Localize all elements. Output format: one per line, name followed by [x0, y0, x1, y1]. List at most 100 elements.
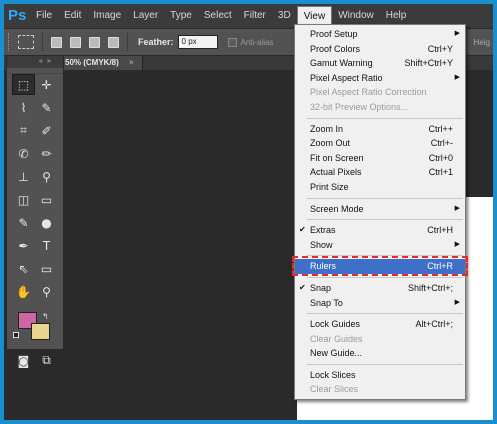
menu-separator: [307, 276, 463, 278]
menu-type[interactable]: Type: [164, 6, 198, 26]
menu-separator: [307, 117, 463, 119]
view-menu-item-print-size[interactable]: Print Size: [295, 180, 465, 195]
view-menu-item-proof-setup[interactable]: Proof Setup ▶: [295, 27, 465, 42]
tool-row-modes: ◙ ⧉: [7, 350, 63, 373]
menu-layer[interactable]: Layer: [127, 6, 164, 26]
menu-item-shortcut: Shift+Ctrl+;: [407, 282, 453, 293]
menu-item-label: Snap To: [310, 297, 343, 308]
menu-view[interactable]: View: [296, 6, 333, 26]
tool-icon[interactable]: ⌇: [12, 97, 35, 118]
tool-row: ◫ ▭: [7, 189, 63, 212]
tool-icon[interactable]: ✋: [12, 281, 35, 302]
menu-item-label: Lock Guides: [310, 319, 361, 330]
view-menu-item-show[interactable]: Show ▶: [295, 238, 465, 253]
tool-icon[interactable]: ●: [35, 212, 58, 233]
new-selection-icon[interactable]: [51, 36, 62, 48]
menu-item-label: Pixel Aspect Ratio: [310, 72, 383, 83]
view-menu-item-actual-pixels[interactable]: Actual Pixels Ctrl+1: [295, 165, 465, 180]
view-menu-item-32-bit-preview-options: 32-bit Preview Options...: [295, 100, 465, 115]
swap-colors-icon[interactable]: ↰: [42, 312, 49, 321]
menu-item-label: New Guide...: [310, 348, 363, 359]
menu-item-label: Pixel Aspect Ratio Correction: [310, 87, 427, 98]
menu-help[interactable]: Help: [380, 6, 413, 26]
tool-icon[interactable]: ▭: [35, 258, 58, 279]
tool-icon[interactable]: ⚲: [35, 166, 58, 187]
tool-icon[interactable]: ✎: [35, 97, 58, 118]
menu-item-shortcut: Shift+Ctrl+Y: [404, 58, 453, 69]
menu-file[interactable]: File: [30, 6, 58, 26]
view-menu-item-lock-guides[interactable]: Lock Guides Alt+Ctrl+;: [295, 317, 465, 332]
options-grip[interactable]: [8, 33, 12, 51]
view-menu-item-proof-colors[interactable]: Proof Colors Ctrl+Y: [295, 42, 465, 57]
subtract-selection-icon[interactable]: [89, 36, 100, 48]
tool-icon[interactable]: ⚲: [35, 281, 58, 302]
tool-row: ⌇ ✎: [7, 97, 63, 120]
close-tab-icon[interactable]: ×: [129, 58, 134, 67]
tool-icon[interactable]: ✏: [35, 143, 58, 164]
menu-item-label: Fit on Screen: [310, 152, 364, 163]
view-menu-item-snap[interactable]: ✔ Snap Shift+Ctrl+;: [295, 281, 465, 296]
menu-edit[interactable]: Edit: [58, 6, 87, 26]
view-dropdown-menu: Proof Setup ▶ Proof Colors Ctrl+Y Gamut Warn…: [292, 24, 468, 400]
antialias-checkbox[interactable]: [227, 37, 237, 47]
view-menu-item-extras[interactable]: ✔ Extras Ctrl+H: [295, 223, 465, 238]
background-color-swatch[interactable]: [31, 323, 50, 340]
checkmark-icon: ✔: [299, 225, 306, 235]
menu-window[interactable]: Window: [332, 6, 380, 26]
tool-row: ✋ ⚲: [7, 281, 63, 304]
tool-icon[interactable]: ▭: [35, 189, 58, 210]
view-menu-item-rulers[interactable]: Rulers Ctrl+R: [292, 256, 468, 277]
view-menu-item-snap-to[interactable]: Snap To ▶: [295, 296, 465, 311]
marquee-preset-icon[interactable]: [18, 35, 34, 49]
tool-icon[interactable]: ✆: [12, 143, 35, 164]
view-menu-item-zoom-in[interactable]: Zoom In Ctrl++: [295, 122, 465, 137]
tools-panel-header[interactable]: « »: [7, 56, 63, 68]
add-selection-icon[interactable]: [70, 36, 81, 48]
menu-image[interactable]: Image: [87, 6, 127, 26]
tool-icon[interactable]: T: [35, 235, 58, 256]
submenu-arrow-icon: ▶: [454, 30, 460, 37]
tool-icon[interactable]: ◫: [12, 189, 35, 210]
view-menu-item-lock-slices[interactable]: Lock Slices: [295, 368, 465, 383]
document-tab[interactable]: 50% (CMYK/8) ×: [56, 56, 143, 70]
menu-separator: [307, 219, 463, 221]
menu-item-label: Zoom In: [310, 123, 344, 134]
menu-item-label: Proof Setup: [310, 29, 358, 39]
menu-select[interactable]: Select: [198, 6, 238, 26]
submenu-arrow-icon: ▶: [454, 73, 460, 81]
menu-item-label: 32-bit Preview Options...: [310, 101, 409, 112]
tool-icon[interactable]: ⊥: [12, 166, 35, 187]
menu-item-label: Print Size: [310, 181, 349, 192]
tool-icon[interactable]: ⇖: [12, 258, 35, 279]
screen-mode-icon[interactable]: ⧉: [35, 350, 58, 371]
view-menu-item-pixel-aspect-ratio-correction: Pixel Aspect Ratio Correction: [295, 85, 465, 100]
tool-icon[interactable]: ✎: [12, 212, 35, 233]
view-menu-item-gamut-warning[interactable]: Gamut Warning Shift+Ctrl+Y: [295, 56, 465, 71]
menu-item-label: Extras: [310, 225, 336, 236]
view-menu-item-pixel-aspect-ratio[interactable]: Pixel Aspect Ratio ▶: [295, 71, 465, 86]
menu-item-label: Show: [310, 239, 333, 250]
view-menu-item-fit-on-screen[interactable]: Fit on Screen Ctrl+0: [295, 151, 465, 166]
default-colors-icon[interactable]: [13, 332, 19, 338]
view-menu-item-new-guide[interactable]: New Guide...: [295, 346, 465, 361]
feather-input[interactable]: 0 px: [177, 35, 218, 49]
tool-icon[interactable]: ✐: [35, 120, 58, 141]
view-menu-item-screen-mode[interactable]: Screen Mode ▶: [295, 202, 465, 217]
menu-item-label: Clear Slices: [310, 384, 359, 395]
tools-panel: « » ⬚ ✛ ⌇ ✎ ⌗ ✐ ✆ ✏ ⊥ ⚲ ◫ ▭ ✎ ● ✒ T ⇖ ▭ ✋ ⚲ ↰ ◙ ⧉: [6, 55, 64, 368]
tool-icon[interactable]: ✛: [35, 74, 58, 95]
view-menu-item-clear-guides: Clear Guides: [295, 332, 465, 347]
photoshop-window: Ps File Edit Image Layer Type Select Filter 3D V…: [4, 4, 493, 420]
view-menu-item-zoom-out[interactable]: Zoom Out Ctrl+-: [295, 136, 465, 151]
tool-icon[interactable]: ⌗: [12, 120, 35, 141]
quick-mask-icon[interactable]: ◙: [12, 350, 35, 371]
menu-item-shortcut: Alt+Ctrl+;: [415, 319, 453, 330]
tool-row: ⌗ ✐: [7, 120, 63, 143]
menu-filter[interactable]: Filter: [238, 6, 272, 26]
menu-3d[interactable]: 3D: [272, 6, 297, 26]
checkmark-icon: ✔: [299, 282, 306, 292]
intersect-selection-icon[interactable]: [108, 36, 119, 48]
tool-icon[interactable]: ⬚: [12, 74, 35, 95]
color-swatches: ↰: [7, 310, 63, 350]
tool-icon[interactable]: ✒: [12, 235, 35, 256]
